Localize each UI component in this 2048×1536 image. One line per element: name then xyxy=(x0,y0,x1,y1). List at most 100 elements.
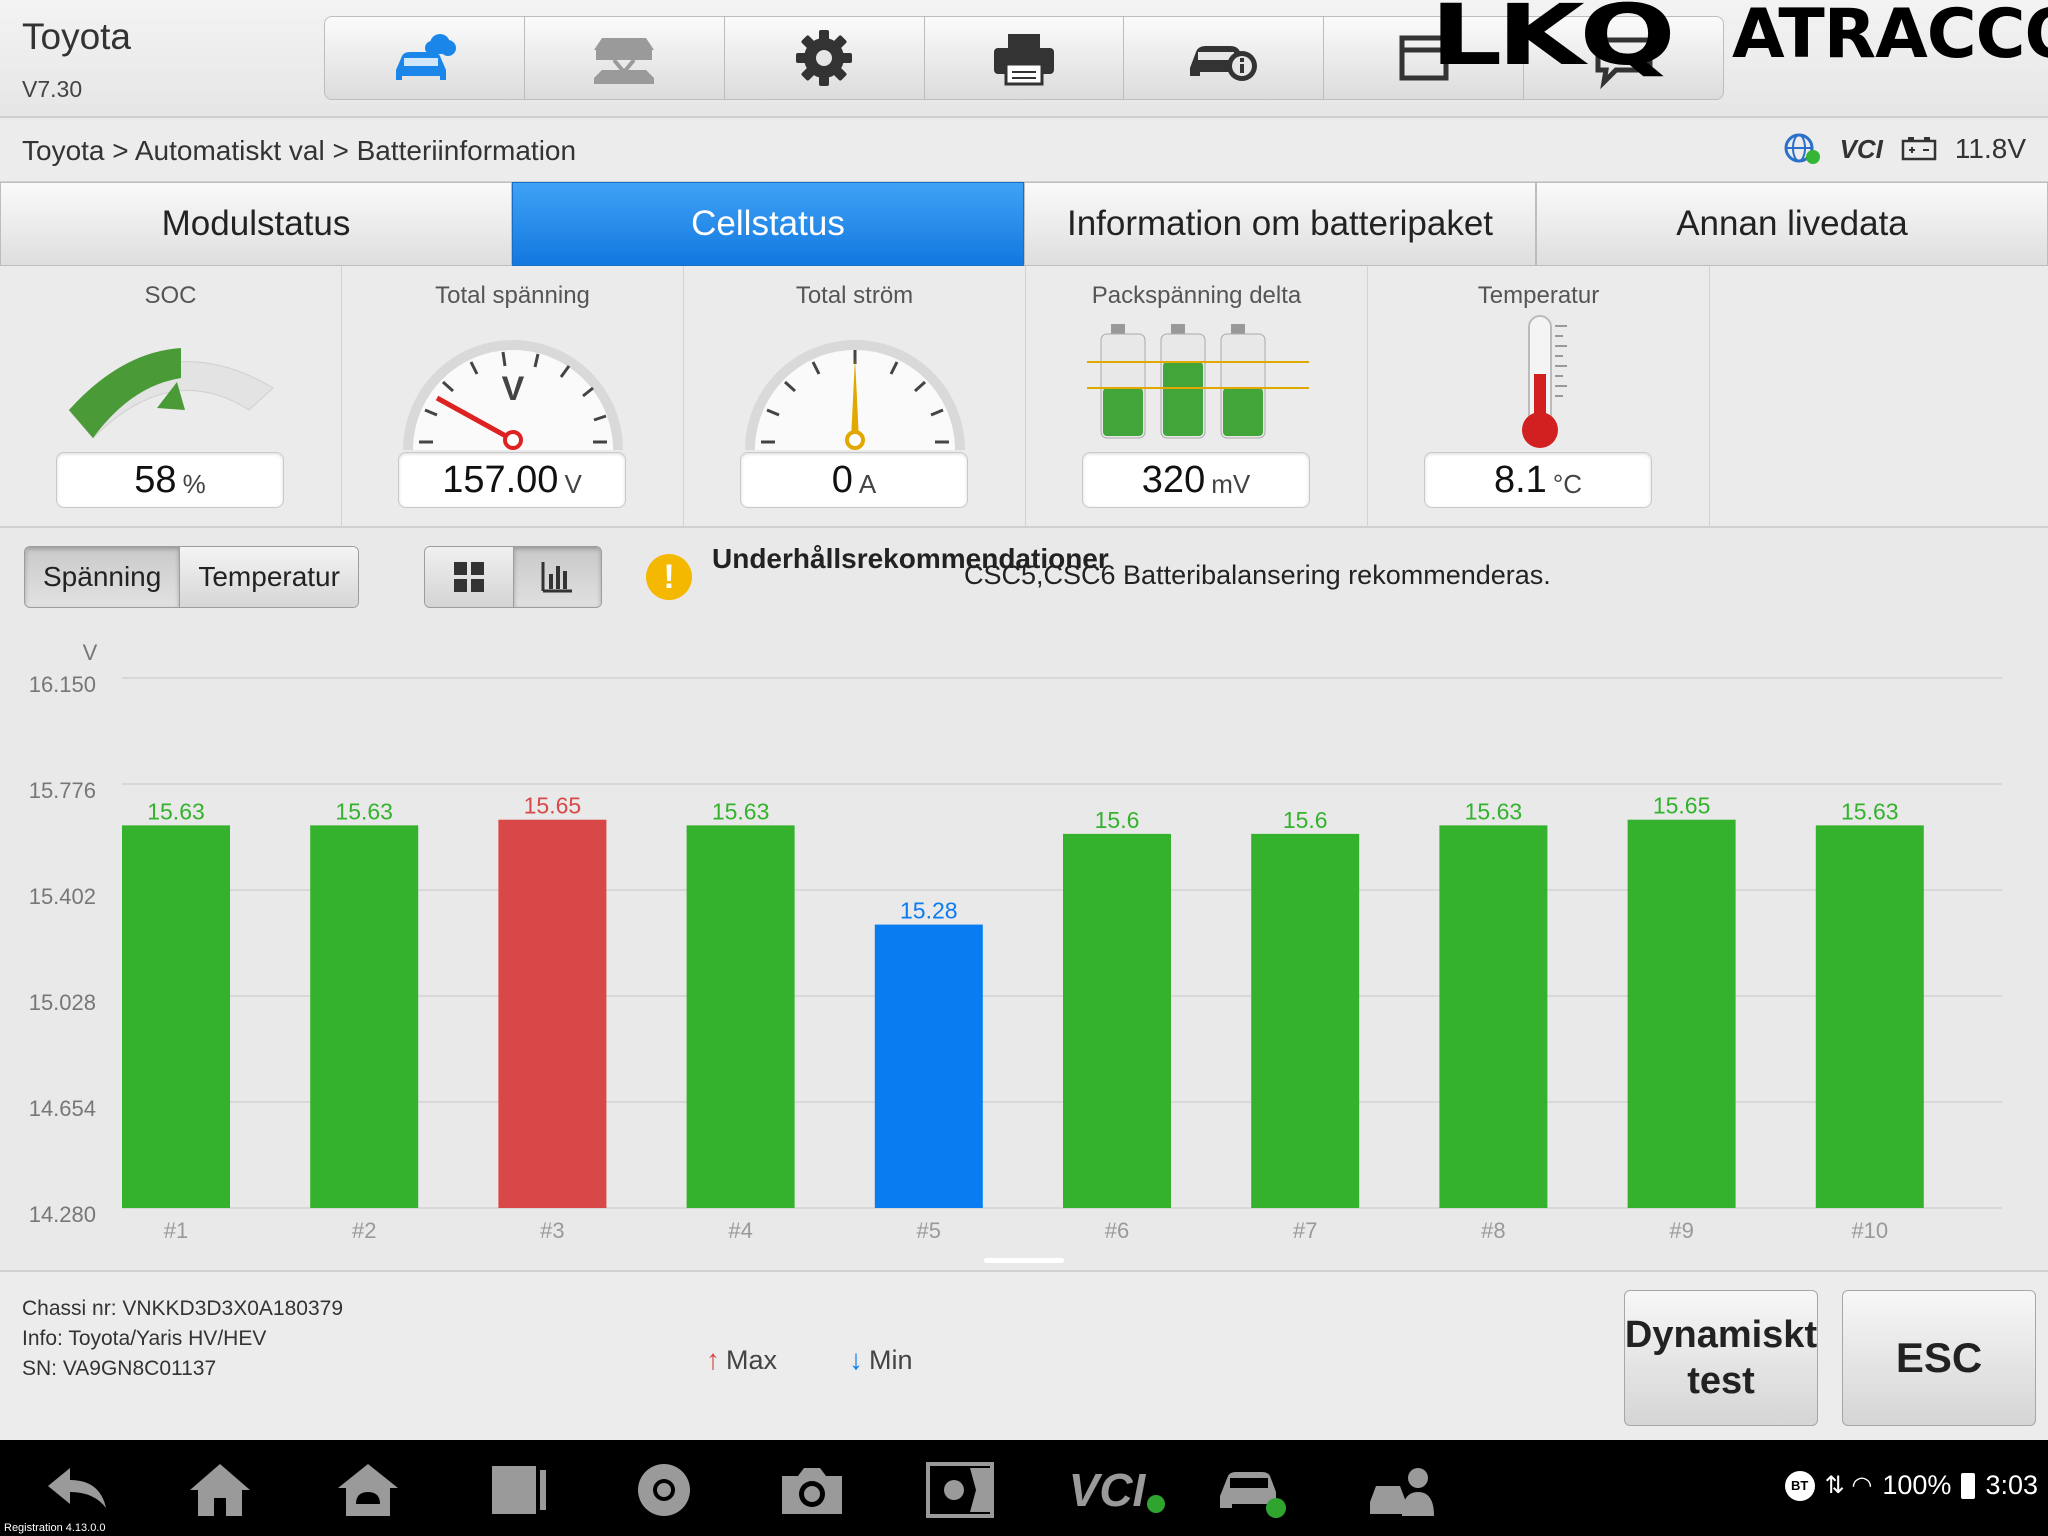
nav-user-button[interactable] xyxy=(1362,1458,1442,1522)
voltage-title: Total spänning xyxy=(435,282,590,309)
nav-vci-button[interactable]: VCI xyxy=(1062,1458,1172,1522)
x-tick-label: #5 xyxy=(917,1218,941,1243)
nav-android-home-button[interactable] xyxy=(328,1458,408,1522)
nav-recent-apps-button[interactable] xyxy=(478,1458,558,1522)
bar-value-label: 15.63 xyxy=(712,798,770,824)
chart-controls: Spänning Temperatur ! Underhållsrekommen… xyxy=(0,530,2048,630)
temperature-value-box: 8.1 °C xyxy=(1424,452,1652,508)
grid-view-button[interactable] xyxy=(425,547,514,607)
arrow-up-icon: ↑ xyxy=(706,1344,720,1375)
nav-browser-button[interactable] xyxy=(624,1458,704,1522)
recommendation-text: CSC5,CSC6 Batteribalansering rekommender… xyxy=(964,560,1551,590)
bar-value-label: 15.63 xyxy=(1465,798,1523,824)
voltmeter-dial-letter: V xyxy=(501,370,524,408)
bluetooth-icon: BT xyxy=(1784,1470,1815,1501)
camera-icon xyxy=(782,1468,842,1514)
soc-unit: % xyxy=(182,468,206,499)
wifi-icon: ⇅ ◠ xyxy=(1824,1472,1873,1499)
nav-back-button[interactable] xyxy=(36,1458,116,1522)
serial-number: SN: VA9GN8C01137 xyxy=(22,1357,217,1380)
vehicle-cloud-button[interactable] xyxy=(325,17,525,99)
bar-chart: V 16.150 15.776 15.402 15.028 14.654 14.280 15.… xyxy=(29,640,2002,1243)
x-tick-label: #3 xyxy=(540,1218,564,1243)
x-tick-label: #7 xyxy=(1293,1218,1317,1243)
bar-value-label: 15.28 xyxy=(900,898,958,924)
user-car-icon xyxy=(1370,1468,1434,1516)
breadcrumb-bar: Toyota > Automatiskt val > Batteriinform… xyxy=(0,120,2048,182)
scroll-handle[interactable] xyxy=(984,1258,1064,1263)
x-tick-label: #6 xyxy=(1105,1218,1129,1243)
car-lift-icon xyxy=(594,38,655,84)
chrome-icon xyxy=(638,1464,690,1516)
bar xyxy=(1251,833,1360,1208)
esc-button[interactable]: ESC xyxy=(1842,1290,2036,1426)
soc-gauge: SOC 58 % xyxy=(0,266,342,528)
footer: Chassi nr: VNKKD3D3X0A180379 Info: Toyot… xyxy=(0,1258,2048,1440)
tab-module-status[interactable]: Modulstatus xyxy=(0,182,512,266)
nav-camera-button[interactable] xyxy=(772,1458,852,1522)
y-tick-label: 15.028 xyxy=(29,990,96,1015)
y-tick-label: 14.654 xyxy=(29,1096,96,1121)
delta-value: 320 xyxy=(1141,458,1206,501)
android-home-icon xyxy=(338,1464,398,1516)
vci-nav-label: VCI xyxy=(1068,1464,1146,1516)
y-tick-label: 15.402 xyxy=(29,884,96,909)
current-value: 0 xyxy=(831,458,853,501)
legend-max-label: Max xyxy=(726,1344,778,1375)
bar-value-label: 15.6 xyxy=(1095,807,1140,833)
vci-wifi-icon xyxy=(1147,1495,1166,1513)
bar xyxy=(1627,819,1736,1208)
recommendation-label: Underhållsrekommendationer xyxy=(712,543,1109,574)
vehicle-model: Info: Toyota/Yaris HV/HEV xyxy=(22,1327,267,1350)
x-tick-label: #9 xyxy=(1669,1218,1693,1243)
print-button[interactable] xyxy=(925,17,1125,99)
battery-voltage: 11.8V xyxy=(1954,133,2026,164)
registration-version: Registration 4.13.0.0 xyxy=(4,1522,106,1534)
bar-chart-icon xyxy=(541,562,573,593)
tab-other-live-data[interactable]: Annan livedata xyxy=(1536,182,2048,266)
nav-vehicle-button[interactable] xyxy=(1212,1458,1292,1522)
settings-button[interactable] xyxy=(725,17,925,99)
tab-battery-pack-info[interactable]: Information om batteripaket xyxy=(1024,182,1536,266)
nav-home-button[interactable] xyxy=(180,1458,260,1522)
dynamic-test-button[interactable]: Dynamiskt test xyxy=(1624,1290,1818,1426)
vci-status: VCI xyxy=(1839,133,1883,164)
view-toggle xyxy=(424,546,602,608)
bar xyxy=(498,819,607,1208)
voltmeter-dial-icon: V xyxy=(402,340,623,450)
brightness-icon xyxy=(926,1462,994,1518)
voltage-gauge: Total spänning V 157.00 V xyxy=(342,266,684,528)
legend-min: ↓ Min xyxy=(849,1344,913,1376)
vehicle-info-button[interactable] xyxy=(1124,17,1325,99)
bar xyxy=(686,825,795,1208)
voltage-value: 157.00 xyxy=(442,458,559,501)
battery-cells-icon xyxy=(1086,324,1309,439)
bar-value-label: 15.65 xyxy=(524,793,582,819)
current-gauge: Total ström 0 A xyxy=(684,266,1026,528)
metric-toggle: Spänning Temperatur xyxy=(24,546,359,608)
soc-value-box: 58 % xyxy=(56,452,284,508)
bar xyxy=(122,825,230,1208)
tab-cell-status[interactable]: Cellstatus xyxy=(512,182,1024,266)
lkq-logo: LKQ xyxy=(1430,0,1676,84)
cell-voltage-chart: V 16.150 15.776 15.402 15.028 14.654 14.280 15.… xyxy=(0,630,2048,1270)
x-tick-label: #1 xyxy=(164,1218,188,1243)
gauge-panel: SOC 58 % Total spänning V 157.00 V Total… xyxy=(0,266,2048,528)
nav-brightness-button[interactable] xyxy=(920,1458,1000,1522)
system-nav-bar: VCI BT ⇅ ◠ 100% 3:03 Registration 4.13.0… xyxy=(0,1440,2048,1536)
printer-icon xyxy=(994,34,1054,86)
x-tick-label: #10 xyxy=(1851,1218,1888,1243)
bar-chart-view-button[interactable] xyxy=(513,547,601,607)
voltage-value-box: 157.00 V xyxy=(398,452,626,508)
y-tick-label: 14.280 xyxy=(29,1202,96,1227)
atracco-logo: ATRACCO xyxy=(1732,0,2048,74)
battery-percent: 100% xyxy=(1882,1470,1952,1500)
car-lift-button[interactable] xyxy=(525,17,725,99)
tab-temperature[interactable]: Temperatur xyxy=(180,547,358,607)
recent-apps-icon xyxy=(492,1466,546,1514)
soc-arc-icon xyxy=(67,348,274,439)
y-tick-label: 15.776 xyxy=(29,778,96,803)
system-status: BT ⇅ ◠ 100% 3:03 xyxy=(1784,1470,2038,1501)
tab-voltage[interactable]: Spänning xyxy=(25,547,181,607)
arrow-down-icon: ↓ xyxy=(849,1344,864,1375)
